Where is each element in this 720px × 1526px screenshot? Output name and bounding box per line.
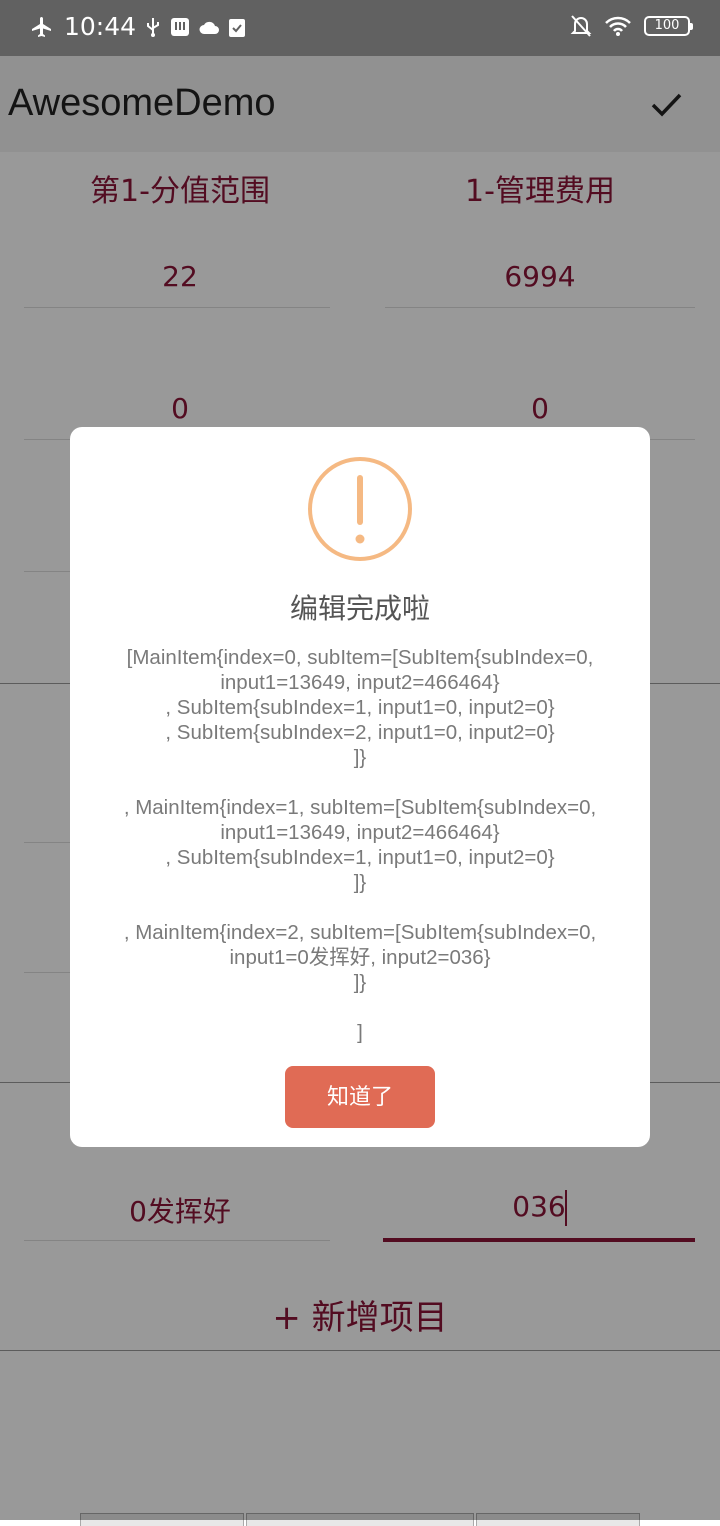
message-line: , SubItem{subIndex=1, input1=0, input2=0…: [165, 846, 555, 869]
notifications-off-icon: [570, 15, 592, 37]
clipboard-check-icon: [229, 18, 246, 37]
message-line: ]}: [353, 871, 367, 894]
clock: 10:44: [64, 12, 137, 41]
message-line: [80, 895, 640, 920]
alert-dialog: 编辑完成啦 [MainItem{index=0, subItem=[SubIte…: [70, 427, 650, 1147]
message-line: ]}: [353, 746, 367, 769]
status-right: 100: [570, 14, 693, 38]
message-line: ]: [357, 1021, 363, 1044]
status-bar: 10:44 100: [0, 0, 720, 56]
message-line: , MainItem{index=2, subItem=[SubItem{sub…: [123, 921, 597, 944]
got-it-button[interactable]: 知道了: [285, 1066, 435, 1128]
dialog-title: 编辑完成啦: [289, 592, 430, 625]
message-line: [80, 995, 640, 1020]
airplane-mode-icon: [32, 16, 51, 37]
message-line: [MainItem{index=0, subItem=[SubItem{subI…: [126, 646, 594, 669]
message-line: input1=0发挥好, input2=036}: [229, 946, 491, 969]
status-left: 10:44: [30, 12, 246, 41]
message-line: , SubItem{subIndex=1, input1=0, input2=0…: [165, 696, 555, 719]
message-line: , MainItem{index=1, subItem=[SubItem{sub…: [123, 796, 597, 819]
cloud-icon: [199, 21, 220, 34]
warning-icon: [308, 457, 412, 561]
message-line: input1=13649, input2=466464}: [220, 821, 500, 844]
battery-indicator: 100: [644, 16, 693, 36]
message-line: [80, 770, 640, 795]
dialog-message: [MainItem{index=0, subItem=[SubItem{subI…: [80, 645, 640, 1045]
message-line: input1=13649, input2=466464}: [220, 671, 500, 694]
message-line: , SubItem{subIndex=2, input1=0, input2=0…: [165, 721, 555, 744]
wifi-icon: [605, 16, 631, 36]
usb-icon: [147, 17, 160, 37]
usb-debug-icon: [171, 17, 190, 36]
message-line: ]}: [353, 971, 367, 994]
